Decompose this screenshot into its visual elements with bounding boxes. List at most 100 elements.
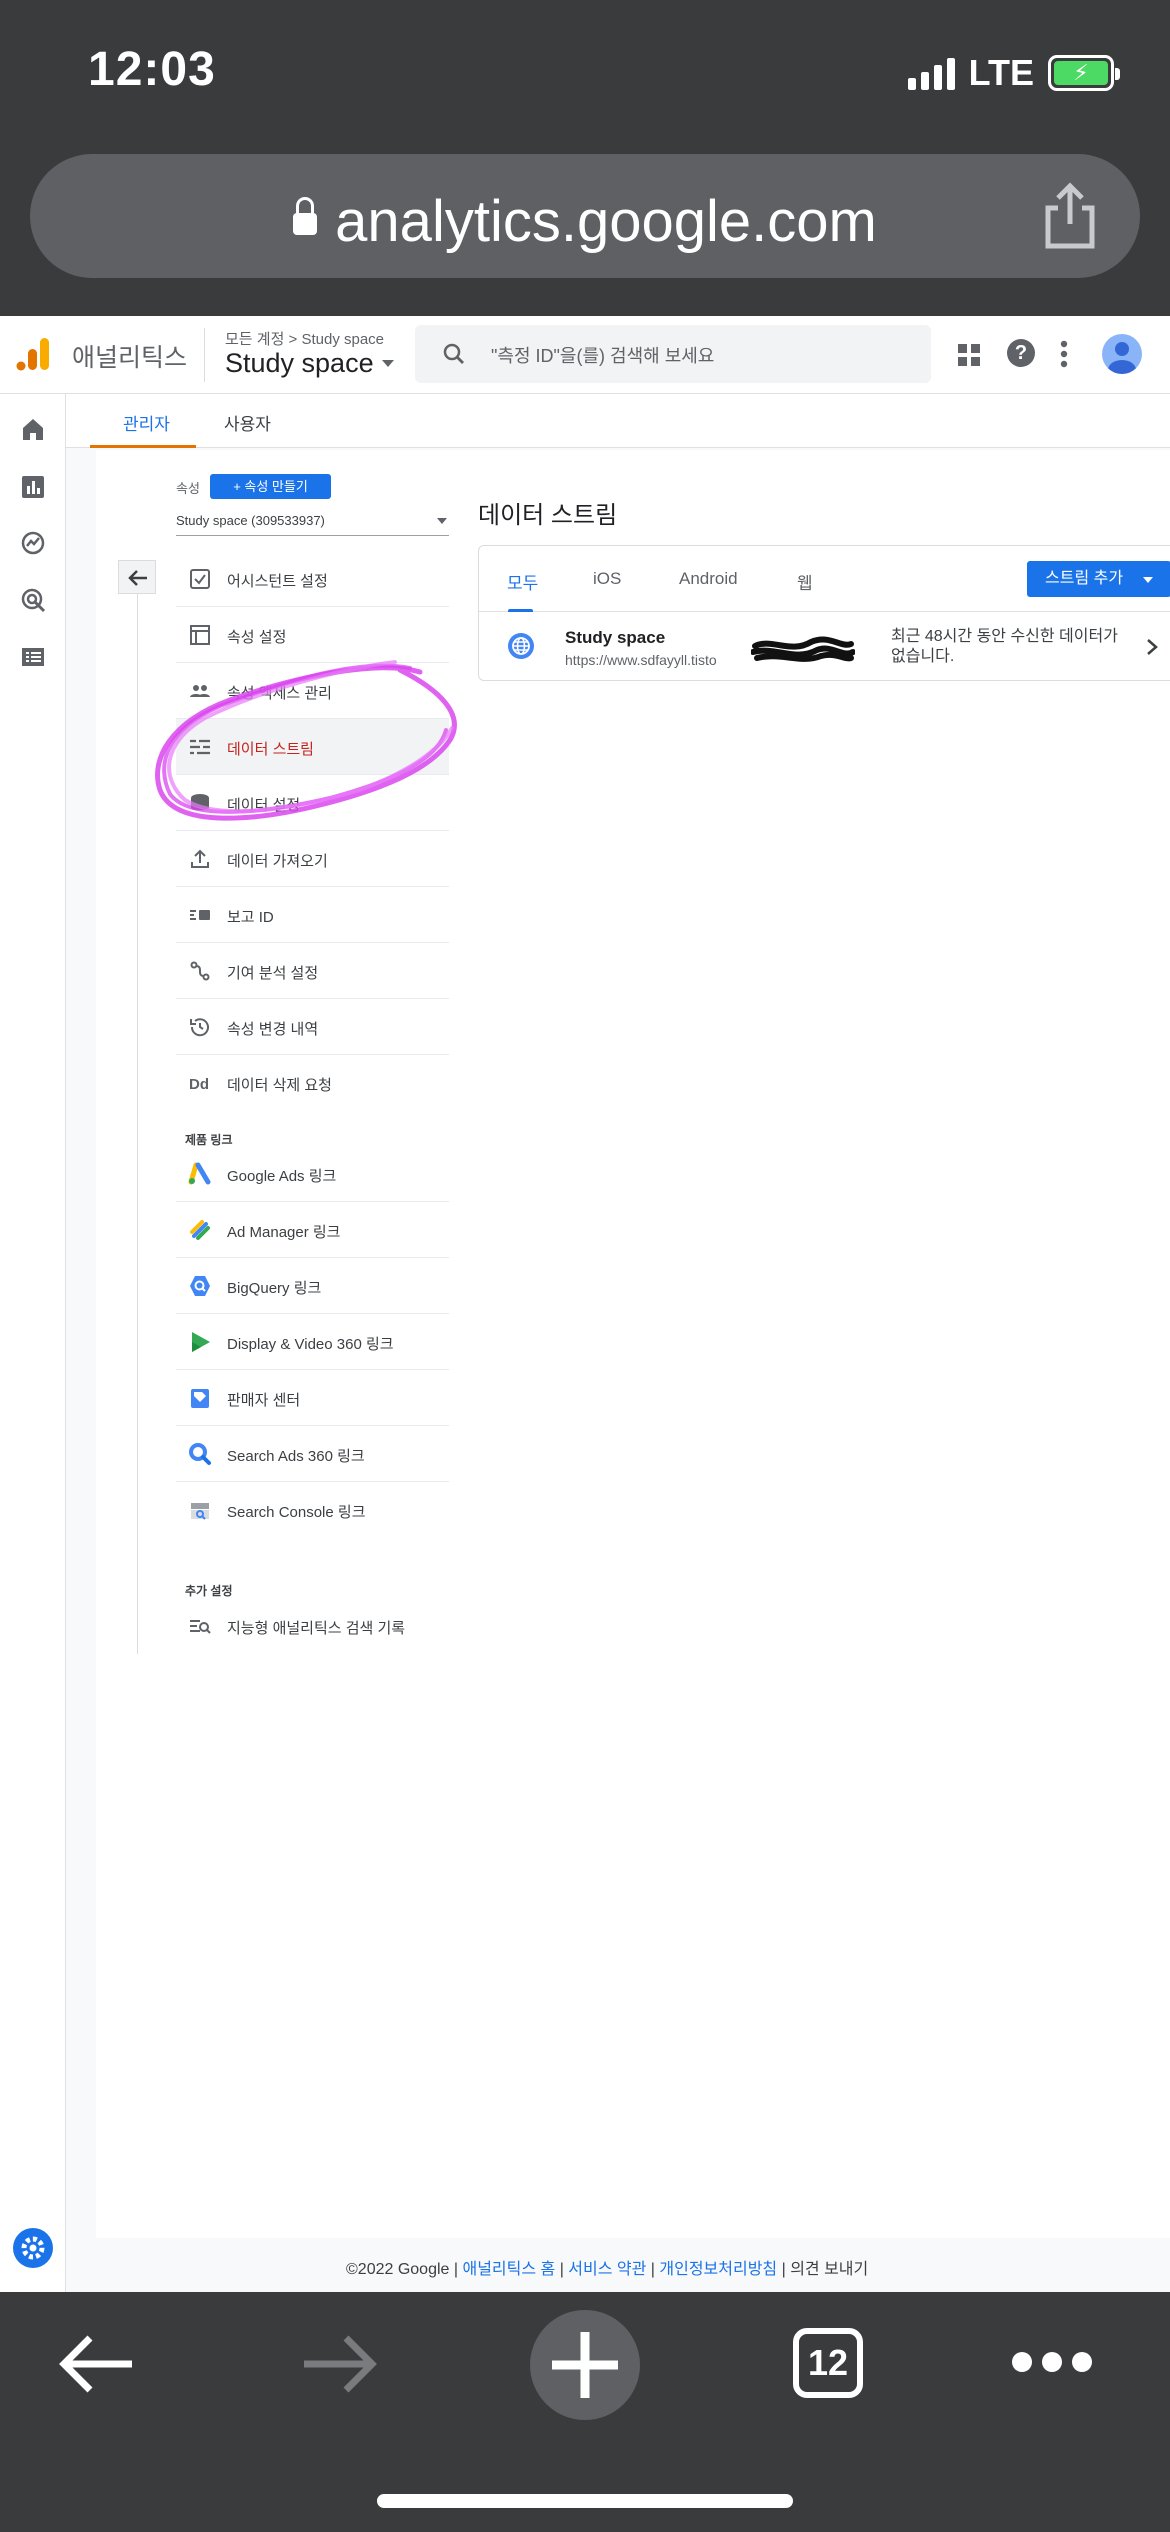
account-selector[interactable]: Study space [225,348,394,379]
menu-item-merchant-center[interactable]: 판매자 센터 [176,1370,449,1426]
safari-toolbar: 12 [0,2292,1170,2532]
footer-copyright: ©2022 Google | [346,2261,459,2278]
status-icons: LTE ⚡ [907,52,1120,94]
help-icon[interactable]: ? [1007,339,1035,367]
explore-icon[interactable] [20,530,46,556]
menu-item-data-deletion[interactable]: Dd 데이터 삭제 요청 [176,1055,449,1111]
chevron-right-icon[interactable] [1145,638,1159,656]
tabs-button[interactable]: 12 [793,2328,863,2398]
account-name: Study space [225,348,374,378]
menu-item-ad-manager[interactable]: Ad Manager 링크 [176,1202,449,1258]
avatar[interactable] [1102,334,1142,374]
stream-status: 최근 48시간 동안 수신한 데이터가 없습니다. [891,628,1118,665]
menu-item-label: 데이터 가져오기 [227,853,328,870]
bigquery-icon [190,1276,210,1296]
footer-feedback[interactable]: 의견 보내기 [790,2261,868,2278]
back-arrow-icon[interactable] [56,2332,136,2396]
tab-web[interactable]: 웹 [797,569,813,594]
upload-icon [191,849,209,868]
menu-item-access-management[interactable]: 속성 액세스 관리 [176,663,449,719]
tab-ios[interactable]: iOS [593,569,621,589]
brand-name: 애널리틱스 [72,344,188,372]
new-tab-button[interactable] [530,2310,640,2420]
tab-users[interactable]: 사용자 [224,410,271,435]
menu-item-google-ads[interactable]: Google Ads 링크 [176,1146,449,1202]
caret-down-icon [1143,577,1153,583]
people-icon [190,685,210,697]
menu-item-label: 보고 ID [227,909,274,926]
stream-card: 모두 iOS Android 웹 스트림 추가 Study space http… [478,545,1170,681]
menu-item-reporting-id[interactable]: 보고 ID [176,887,449,943]
more-vert-icon[interactable] [1060,340,1068,368]
add-stream-button[interactable]: 스트림 추가 [1027,561,1170,597]
database-icon [191,794,209,811]
menu-item-data-import[interactable]: 데이터 가져오기 [176,831,449,887]
display-video-360-icon [192,1332,210,1352]
globe-icon [508,633,534,659]
account-breadcrumb[interactable]: 모든 계정 > Study space [225,328,384,349]
property-selected: Study space (309533937) [176,513,325,528]
column-divider [137,594,138,1654]
back-button[interactable] [118,560,156,594]
property-selector[interactable]: Study space (309533937) [176,512,449,536]
reporting-id-icon [190,910,210,920]
data-stream-icon [190,739,210,755]
menu-item-label: Display & Video 360 링크 [227,1336,394,1353]
stream-row[interactable]: Study space https://www.sdfayyll.tisto 최… [479,612,1170,680]
menu-item-label: 데이터 삭제 요청 [227,1077,332,1094]
menu-item-search-history[interactable]: 지능형 애널리틱스 검색 기록 [176,1598,449,1654]
additional-settings-header: 추가 설정 [185,1584,233,1598]
search-icon [443,343,464,364]
ad-manager-icon [190,1220,210,1240]
menu-item-attribution[interactable]: 기여 분석 설정 [176,943,449,999]
search-console-icon [191,1503,209,1520]
more-icon[interactable] [1010,2350,1094,2374]
menu-item-label: Search Console 링크 [227,1504,366,1521]
menu-item-label: 데이터 설정 [227,797,301,814]
menu-item-property-settings[interactable]: 속성 설정 [176,607,449,663]
create-property-button[interactable]: + 속성 만들기 [210,474,331,499]
share-icon[interactable] [1040,182,1100,250]
menu-item-bigquery[interactable]: BigQuery 링크 [176,1258,449,1314]
url-text: analytics.google.com [335,189,877,254]
apps-grid-icon[interactable] [958,344,980,366]
menu-item-display-video-360[interactable]: Display & Video 360 링크 [176,1314,449,1370]
svg-text:Dd: Dd [189,1076,209,1093]
search-input[interactable]: "측정 ID"을(를) 검색해 보세요 [415,325,931,383]
google-ads-icon [188,1162,211,1185]
footer-link-terms[interactable]: 서비스 약관 [568,2261,646,2278]
menu-item-search-console[interactable]: Search Console 링크 [176,1482,449,1538]
address-bar[interactable]: analytics.google.com [30,154,1140,278]
menu-item-data-settings[interactable]: 데이터 설정 [176,775,449,831]
network-label: LTE [968,52,1034,93]
menu-item-label: BigQuery 링크 [227,1280,322,1297]
search-placeholder: "측정 ID"을(를) 검색해 보세요 [491,346,715,366]
merchant-center-icon [191,1389,209,1408]
tab-admin[interactable]: 관리자 [123,410,170,435]
home-icon[interactable] [20,416,46,442]
ga-header: 애널리틱스 모든 계정 > Study space Study space "측… [0,316,1170,394]
menu-item-label: 지능형 애널리틱스 검색 기록 [227,1620,406,1637]
admin-gear-icon[interactable] [13,2228,53,2268]
forward-arrow-icon[interactable] [300,2332,380,2396]
menu-item-label: Ad Manager 링크 [227,1224,341,1241]
footer-link-analytics-home[interactable]: 애널리틱스 홈 [462,2261,555,2278]
footer-link-privacy[interactable]: 개인정보처리방침 [659,2261,777,2278]
redaction-scribble [751,636,855,662]
configure-icon[interactable] [20,644,46,670]
menu-item-search-ads-360[interactable]: Search Ads 360 링크 [176,1426,449,1482]
caret-down-icon [381,360,394,367]
plus-icon [552,2332,618,2398]
menu-item-data-streams[interactable]: 데이터 스트림 [176,719,449,775]
page-title: 데이터 스트림 [478,502,618,529]
signal-icon [907,56,955,90]
menu-item-assistant[interactable]: 어시스턴트 설정 [176,551,449,607]
menu-item-label: 기여 분석 설정 [227,965,319,982]
analytics-logo-icon[interactable] [16,336,50,372]
menu-item-change-history[interactable]: 속성 변경 내역 [176,999,449,1055]
property-settings-icon [190,625,210,645]
advertising-icon[interactable] [20,587,46,613]
tab-android[interactable]: Android [679,569,738,589]
tab-all[interactable]: 모두 [507,569,538,594]
reports-icon[interactable] [20,474,46,500]
